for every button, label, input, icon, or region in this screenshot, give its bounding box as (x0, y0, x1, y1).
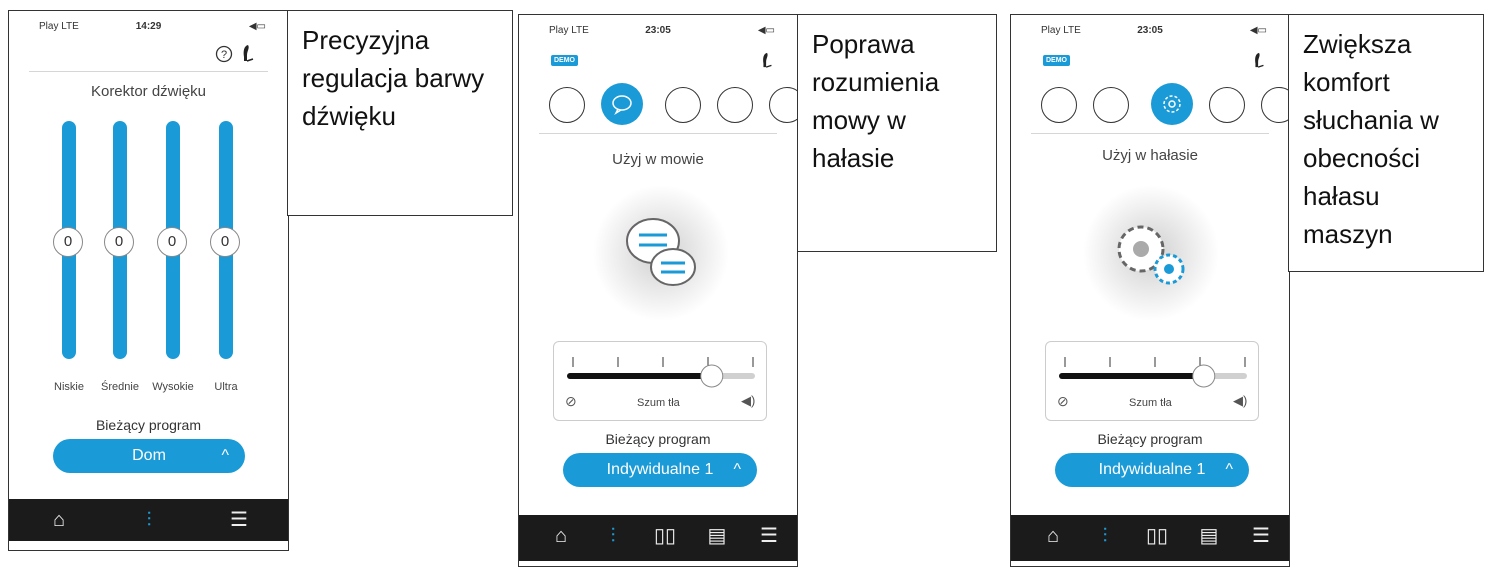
speech-icon[interactable] (1093, 87, 1129, 123)
program-label: Bieżący program (1097, 431, 1203, 447)
more-programs-icon[interactable] (769, 87, 797, 123)
clock: 14:29 (135, 21, 162, 32)
wind-icon[interactable] (1209, 87, 1245, 123)
volume-icon[interactable]: ◀) (1233, 393, 1247, 409)
menu-icon[interactable]: ☰ (749, 515, 789, 557)
screen-title: Korektor dźwięku (90, 83, 207, 100)
demo-badge: DEMO (551, 55, 578, 66)
chevron-up-icon: ^ (221, 447, 229, 464)
remote-icon[interactable]: ▤ (1189, 515, 1229, 557)
battery-icon: ◀▭ (248, 21, 266, 32)
hearing-aid-icon[interactable] (239, 43, 257, 63)
noise-icon[interactable] (665, 87, 701, 123)
status-bar: Play LTE 23:05 ◀▭ (519, 25, 797, 39)
more-programs-icon[interactable] (1261, 87, 1289, 123)
program-selector[interactable]: Indywidualne 1 ^ (1055, 453, 1249, 487)
program-label: Bieżący program (95, 417, 202, 433)
stats-icon[interactable]: ▯▯ (1137, 515, 1177, 557)
divider (539, 133, 777, 134)
home-icon[interactable]: ⌂ (541, 515, 581, 557)
gears-illustration (1083, 185, 1219, 321)
divider (1031, 133, 1269, 134)
gear-icon (1163, 95, 1181, 113)
noise-label: Szum tła (1129, 397, 1172, 409)
chevron-up-icon: ^ (733, 461, 741, 478)
demo-badge: DEMO (1043, 55, 1070, 66)
tab-bar: ⌂ ⫶ ▯▯ ▤ ☰ (519, 515, 797, 561)
eq-knob-high[interactable]: 0 (157, 227, 187, 257)
equalizer-icon[interactable] (1041, 87, 1077, 123)
menu-icon[interactable]: ☰ (1241, 515, 1281, 557)
hearing-aid-icon[interactable] (1251, 51, 1267, 69)
status-bar: Play LTE 14:29 ◀▭ (9, 21, 288, 35)
wind-icon[interactable] (717, 87, 753, 123)
home-icon[interactable]: ⌂ (39, 499, 79, 541)
program-value: Indywidualne 1 (1098, 461, 1206, 478)
tab-bar: ⌂ ⫶ ▯▯ ▤ ☰ (1011, 515, 1289, 561)
speech-illustration (593, 185, 729, 321)
eq-knob-ultra[interactable]: 0 (210, 227, 240, 257)
help-icon[interactable]: ? (215, 45, 233, 63)
caption-speech: Poprawa rozumienia mowy w hałasie (797, 14, 997, 252)
equalizer-icon[interactable]: ⫶ (129, 499, 169, 541)
home-icon[interactable]: ⌂ (1033, 515, 1073, 557)
phone-screen-noise: Play LTE 23:05 ◀▭ DEMO Użyj w hałasie ⊘ … (1010, 14, 1290, 567)
phone-screen-speech: Play LTE 23:05 ◀▭ DEMO Użyj w mowie ⊘ Sz… (518, 14, 798, 567)
clock: 23:05 (645, 25, 671, 36)
band-label-mid: Średnie (101, 381, 139, 393)
band-label-high: Wysokie (152, 381, 194, 393)
program-value: Indywidualne 1 (606, 461, 714, 478)
remote-icon[interactable]: ▤ (697, 515, 737, 557)
program-selector[interactable]: Dom ^ (53, 439, 245, 473)
clock: 23:05 (1137, 25, 1163, 36)
equalizer-icon[interactable] (549, 87, 585, 123)
equalizer-icon[interactable]: ⫶ (1085, 515, 1125, 557)
band-label-ultra: Ultra (214, 381, 238, 393)
screen-title: Użyj w mowie (612, 151, 704, 168)
menu-icon[interactable]: ☰ (219, 499, 259, 541)
caption-noise: Zwiększa komfort słuchania w obecności h… (1288, 14, 1484, 272)
divider (29, 71, 268, 72)
volume-icon[interactable]: ◀) (741, 393, 755, 409)
eq-knob-low[interactable]: 0 (53, 227, 83, 257)
chevron-up-icon: ^ (1225, 461, 1233, 478)
phone-screen-equalizer: Play LTE 14:29 ◀▭ ? Korektor dźwięku 0 0… (8, 10, 289, 551)
mute-icon[interactable]: ⊘ (565, 393, 577, 410)
speech-icon (612, 95, 632, 115)
battery-icon: ◀▭ (757, 25, 775, 36)
mute-icon[interactable]: ⊘ (1057, 393, 1069, 410)
battery-icon: ◀▭ (1249, 25, 1267, 36)
status-bar: Play LTE 23:05 ◀▭ (1011, 25, 1289, 39)
program-selector[interactable]: Indywidualne 1 ^ (563, 453, 757, 487)
program-value: Dom (132, 447, 166, 464)
program-label: Bieżący program (605, 431, 711, 447)
noise-slider[interactable] (563, 353, 759, 389)
caption-equalizer: Precyzyjna regulacja barwy dźwięku (287, 10, 513, 216)
hearing-aid-icon[interactable] (759, 51, 775, 69)
noise-slider[interactable] (1055, 353, 1251, 389)
stats-icon[interactable]: ▯▯ (645, 515, 685, 557)
eq-knob-mid[interactable]: 0 (104, 227, 134, 257)
tab-bar: ⌂ ⫶ ☰ (9, 499, 288, 541)
equalizer-icon[interactable]: ⫶ (593, 515, 633, 557)
noise-label: Szum tła (637, 397, 680, 409)
svg-text:?: ? (221, 49, 227, 61)
screen-title: Użyj w hałasie (1102, 147, 1198, 164)
